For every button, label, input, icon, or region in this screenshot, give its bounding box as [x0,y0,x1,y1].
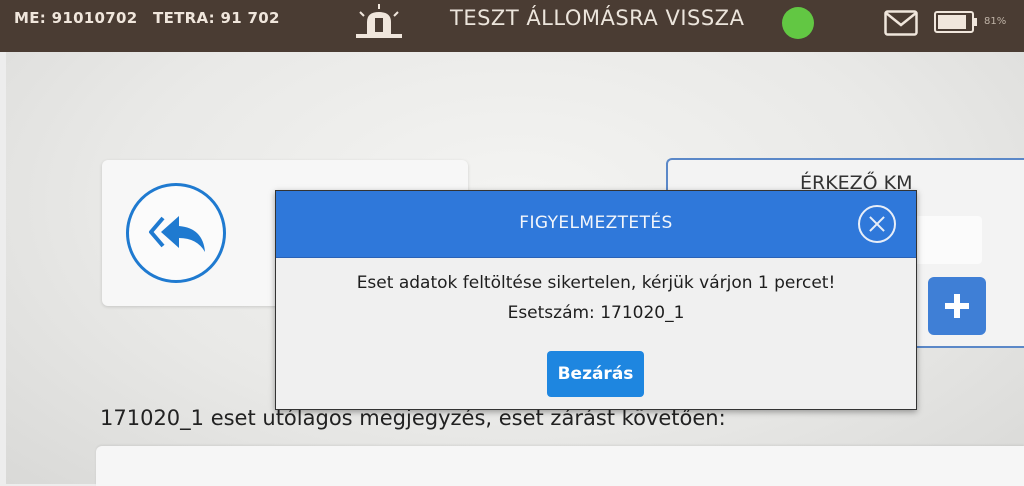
note-textarea[interactable] [96,446,1024,486]
close-icon[interactable] [858,205,896,243]
status-indicator-icon [782,7,814,39]
dialog-title: FIGYELMEZTETÉS [519,213,673,233]
warning-dialog: FIGYELMEZTETÉS Eset adatok feltöltése si… [275,190,917,410]
close-button[interactable]: Bezárás [547,351,644,397]
me-id: ME: 91010702 [14,9,138,27]
tetra-id: TETRA: 91 702 [153,9,280,27]
device-ids: ME: 91010702 TETRA: 91 702 [14,9,290,27]
dialog-header: FIGYELMEZTETÉS [276,191,916,258]
reply-all-icon [149,216,205,252]
siren-icon[interactable] [354,4,404,42]
dialog-message: Eset adatok feltöltése sikertelen, kérjü… [356,273,836,293]
status-text[interactable]: TESZT ÁLLOMÁSRA VISSZA [450,6,744,30]
back-button[interactable] [126,183,226,283]
battery-icon [934,11,977,33]
status-bar: ME: 91010702 TETRA: 91 702 TESZT ÁLLOMÁS… [0,0,1024,52]
dialog-case-number: Esetszám: 171020_1 [507,303,685,323]
mail-icon[interactable] [884,10,918,36]
plus-icon[interactable] [928,277,986,335]
battery-percent: 81% [984,16,1007,27]
